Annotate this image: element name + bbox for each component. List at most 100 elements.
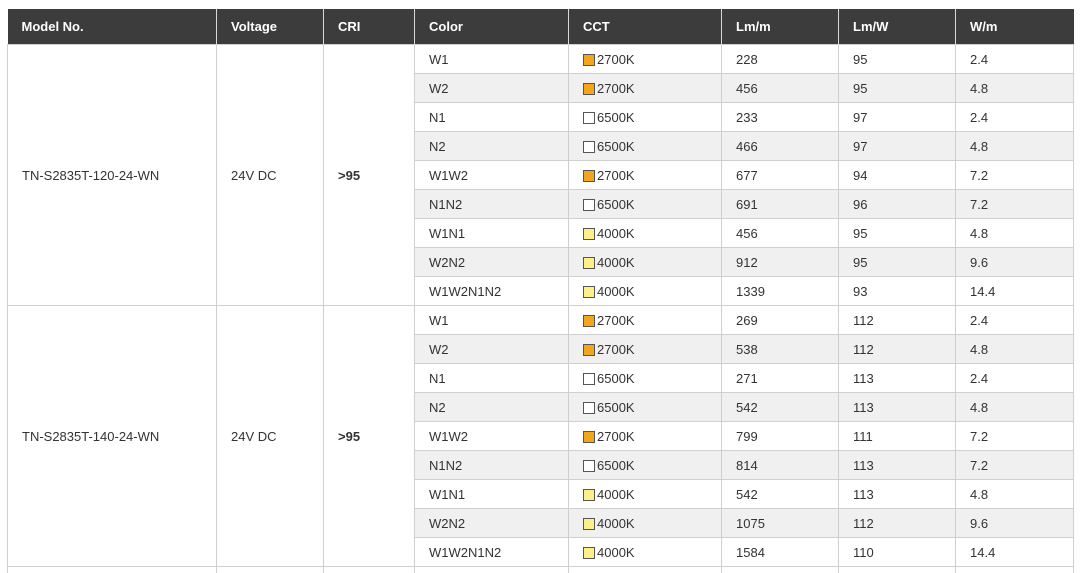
cct-value: 6500K [597,399,635,415]
cct-cell: 4000K [568,276,722,306]
cct-value: 4000K [597,254,635,270]
color-swatch-icon [583,343,595,356]
table-row: TN-S2835T-140-24-WN 24V DC >95 W1 2700K 269 11… [7,305,1074,567]
cct-value: 6500K [597,457,635,473]
lm-per-m-cell: 542 [721,479,839,509]
cct-value: 2700K [597,428,635,444]
lm-per-w-cell: 97 [838,102,956,132]
empty-cell [216,566,324,573]
color-cell: N1 [414,102,569,132]
lm-per-m-cell: 1584 [721,537,839,567]
cct-value: 2700K [597,312,635,328]
header-lm-per-m: Lm/m [721,9,839,45]
lm-per-w-cell: 111 [838,421,956,451]
color-swatch-icon [583,256,595,269]
color-cell: W2N2 [414,247,569,277]
header-color: Color [414,9,569,45]
cri-cell: >95 [323,305,415,567]
w-per-m-cell: 7.2 [955,450,1074,480]
model-cell: TN-S2835T-140-24-WN [7,305,217,567]
color-swatch-icon [583,372,595,385]
w-per-m-cell: 4.8 [955,392,1074,422]
color-cell: W1W2 [414,421,569,451]
lm-per-m-cell: 456 [721,73,839,103]
header-row: Model No. Voltage CRI Color CCT Lm/m Lm/… [7,9,1074,45]
lm-per-w-cell: 94 [838,160,956,190]
color-swatch-icon [583,227,595,240]
color-swatch-icon [583,82,595,95]
empty-cell [721,566,839,573]
color-swatch-icon [583,198,595,211]
lm-per-w-cell: 113 [838,450,956,480]
cct-value: 6500K [597,370,635,386]
lm-per-w-cell: 112 [838,305,956,335]
lm-per-m-cell: 799 [721,421,839,451]
table-row: TN-S2835T-120-24-WN 24V DC >95 W1 2700K 228 95… [7,44,1074,306]
lm-per-w-cell: 113 [838,392,956,422]
color-cell: N2 [414,131,569,161]
color-cell: W1W2 [414,160,569,190]
empty-cell [7,566,217,573]
header-voltage: Voltage [216,9,324,45]
color-swatch-icon [583,401,595,414]
color-cell: W1 [414,44,569,74]
lm-per-m-cell: 542 [721,392,839,422]
spec-table-body: TN-S2835T-120-24-WN 24V DC >95 W1 2700K 228 95… [7,44,1074,573]
color-cell: N1N2 [414,189,569,219]
model-cell: TN-S2835T-120-24-WN [7,44,217,306]
color-cell: W1 [414,305,569,335]
color-swatch-icon [583,53,595,66]
cct-value: 4000K [597,544,635,560]
cct-cell: 2700K [568,44,722,74]
empty-cell [414,566,569,573]
cct-value: 2700K [597,341,635,357]
lm-per-w-cell: 97 [838,131,956,161]
lm-per-w-cell: 95 [838,218,956,248]
cct-cell: 6500K [568,102,722,132]
cct-value: 6500K [597,109,635,125]
color-swatch-icon [583,140,595,153]
empty-cell [568,566,722,573]
cct-value: 6500K [597,138,635,154]
cct-cell: 4000K [568,247,722,277]
lm-per-w-cell: 96 [838,189,956,219]
header-w-per-m: W/m [955,9,1074,45]
w-per-m-cell: 7.2 [955,421,1074,451]
empty-cell [838,566,956,573]
lm-per-m-cell: 691 [721,189,839,219]
color-cell: N2 [414,392,569,422]
cct-cell: 6500K [568,450,722,480]
cct-cell: 6500K [568,189,722,219]
w-per-m-cell: 14.4 [955,537,1074,567]
cct-value: 2700K [597,80,635,96]
color-swatch-icon [583,169,595,182]
lm-per-m-cell: 228 [721,44,839,74]
w-per-m-cell: 4.8 [955,73,1074,103]
cct-value: 4000K [597,283,635,299]
table-row-partial [7,566,1074,573]
cct-cell: 6500K [568,392,722,422]
lm-per-m-cell: 538 [721,334,839,364]
w-per-m-cell: 2.4 [955,44,1074,74]
cct-value: 6500K [597,196,635,212]
w-per-m-cell: 14.4 [955,276,1074,306]
color-swatch-icon [583,459,595,472]
lm-per-m-cell: 466 [721,131,839,161]
cct-cell: 2700K [568,305,722,335]
w-per-m-cell: 4.8 [955,479,1074,509]
cct-cell: 4000K [568,218,722,248]
lm-per-m-cell: 456 [721,218,839,248]
color-swatch-icon [583,285,595,298]
voltage-cell: 24V DC [216,44,324,306]
w-per-m-cell: 2.4 [955,305,1074,335]
color-cell: W1N1 [414,218,569,248]
voltage-cell: 24V DC [216,305,324,567]
lm-per-w-cell: 95 [838,44,956,74]
w-per-m-cell: 7.2 [955,189,1074,219]
cct-value: 4000K [597,225,635,241]
color-cell: W1W2N1N2 [414,276,569,306]
lm-per-m-cell: 814 [721,450,839,480]
spec-table: Model No. Voltage CRI Color CCT Lm/m Lm/… [7,9,1074,573]
lm-per-w-cell: 95 [838,73,956,103]
cct-cell: 4000K [568,479,722,509]
